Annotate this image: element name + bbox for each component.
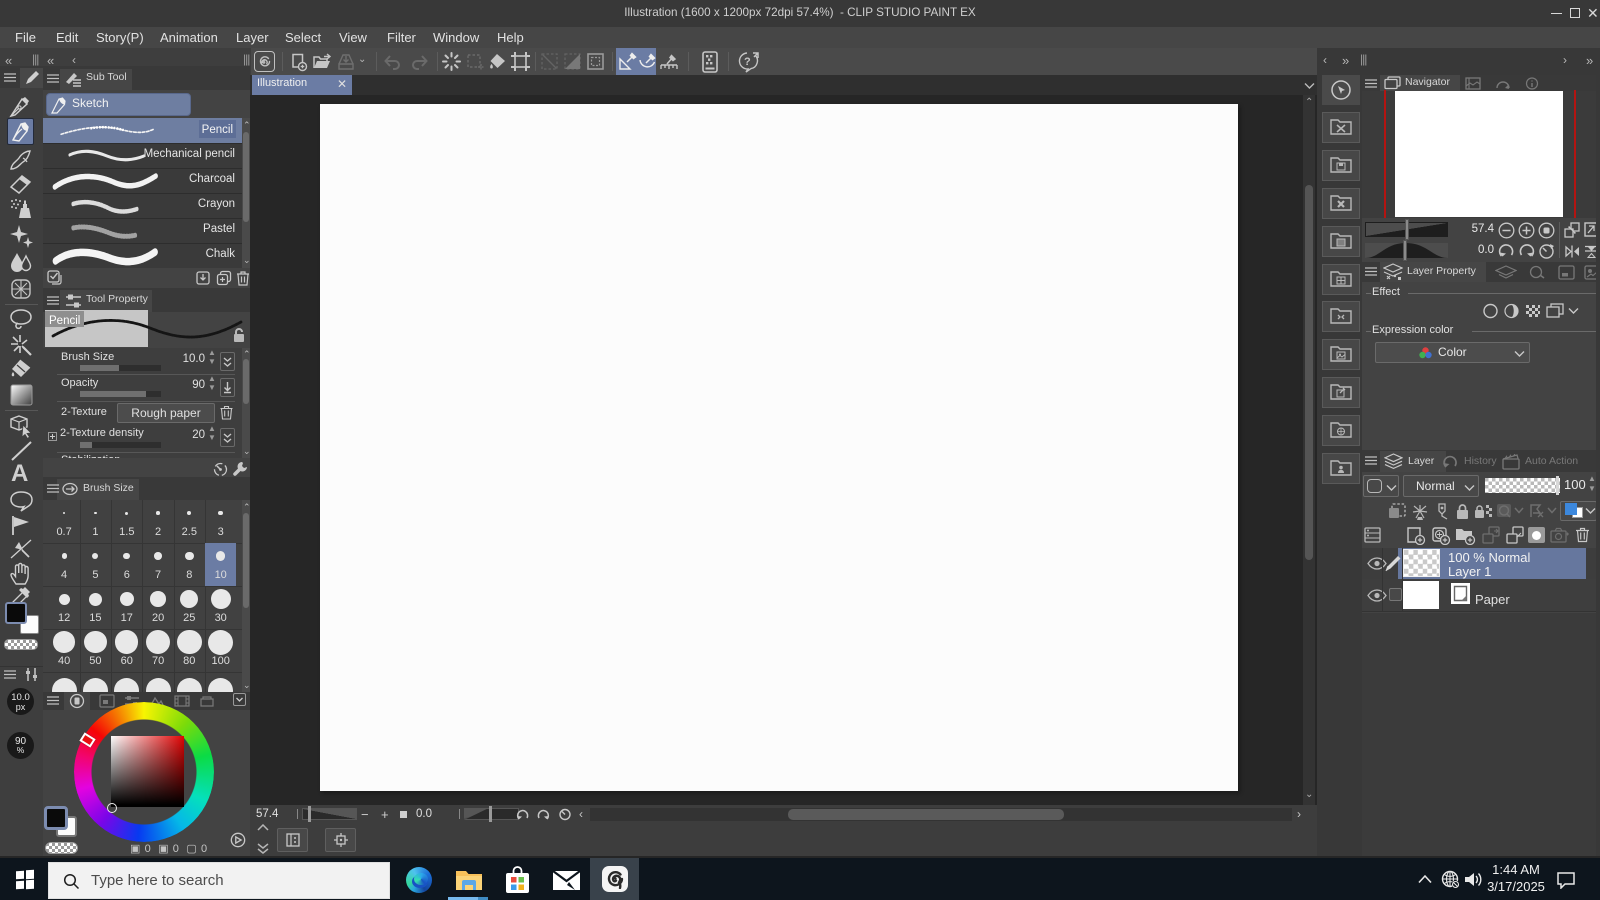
svg-text:?: ? — [744, 56, 751, 68]
